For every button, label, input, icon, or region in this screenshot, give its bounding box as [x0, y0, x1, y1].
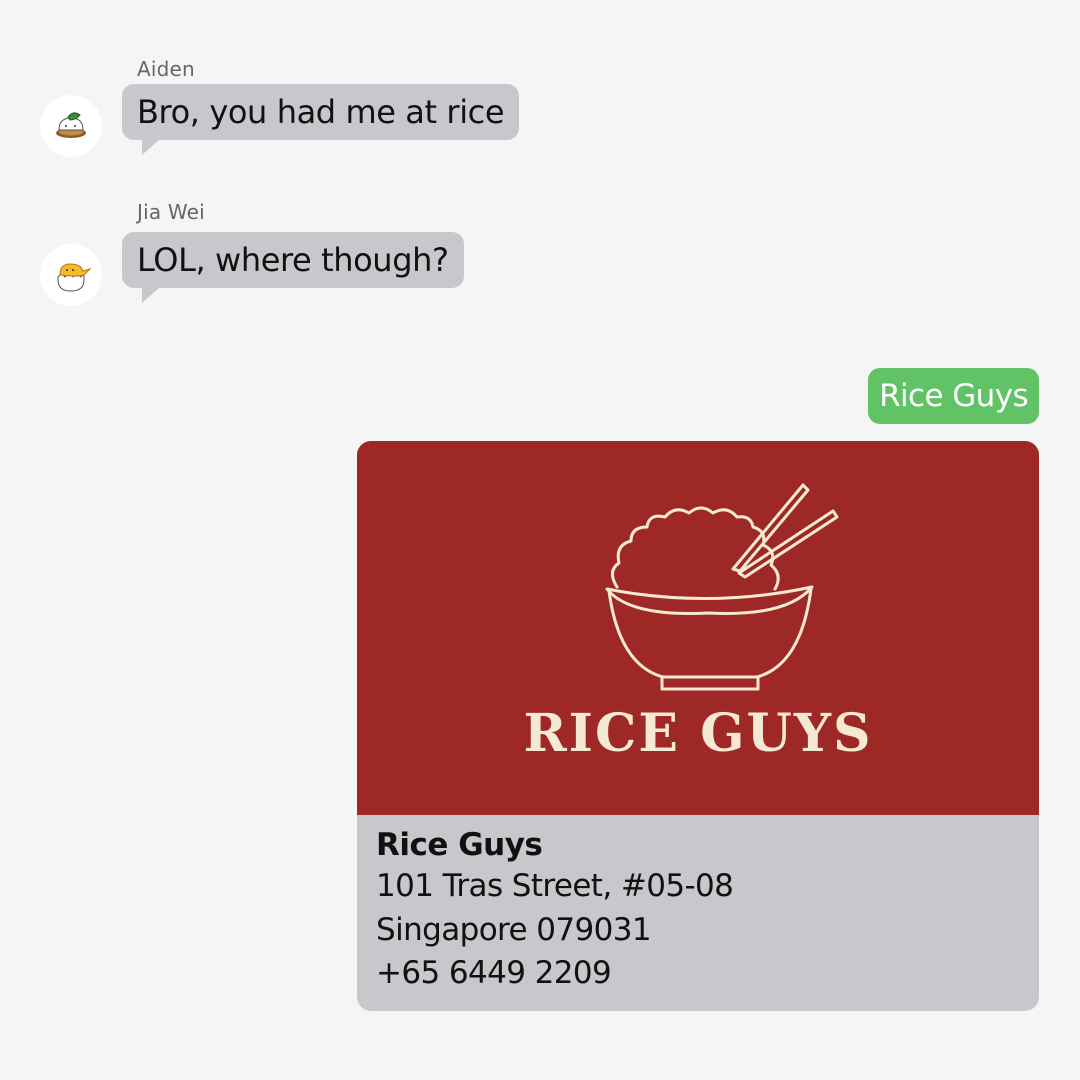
card-banner: RICE GUYS [357, 441, 1039, 815]
chat-screen: Aiden Bro, you had me at rice Jia Wei LO… [0, 0, 1080, 1080]
rice-bowl-character-icon [56, 112, 86, 138]
sender-name-aiden: Aiden [137, 57, 195, 81]
message-bubble-jia-wei[interactable]: LOL, where though? [122, 232, 464, 303]
message-bubble-aiden[interactable]: Bro, you had me at rice [122, 84, 520, 155]
card-place-name: Rice Guys [376, 827, 543, 863]
sender-name-jia-wei: Jia Wei [137, 200, 205, 224]
card-address-line2: Singapore 079031 [376, 911, 652, 948]
message-bubble-outgoing[interactable]: Rice Guys [868, 368, 1039, 424]
egg-character-icon [57, 263, 92, 292]
avatar-jia-wei[interactable] [40, 244, 102, 306]
banner-brand-text: RICE GUYS [523, 703, 873, 764]
location-card[interactable]: RICE GUYS Rice Guys 101 Tras Street, #05… [357, 441, 1039, 1011]
card-address-line1: 101 Tras Street, #05-08 [376, 868, 734, 904]
card-phone[interactable]: +65 6449 2209 [376, 952, 733, 996]
card-info: Rice Guys 101 Tras Street, #05-08 Singap… [376, 825, 734, 996]
avatar-aiden[interactable] [40, 95, 102, 157]
